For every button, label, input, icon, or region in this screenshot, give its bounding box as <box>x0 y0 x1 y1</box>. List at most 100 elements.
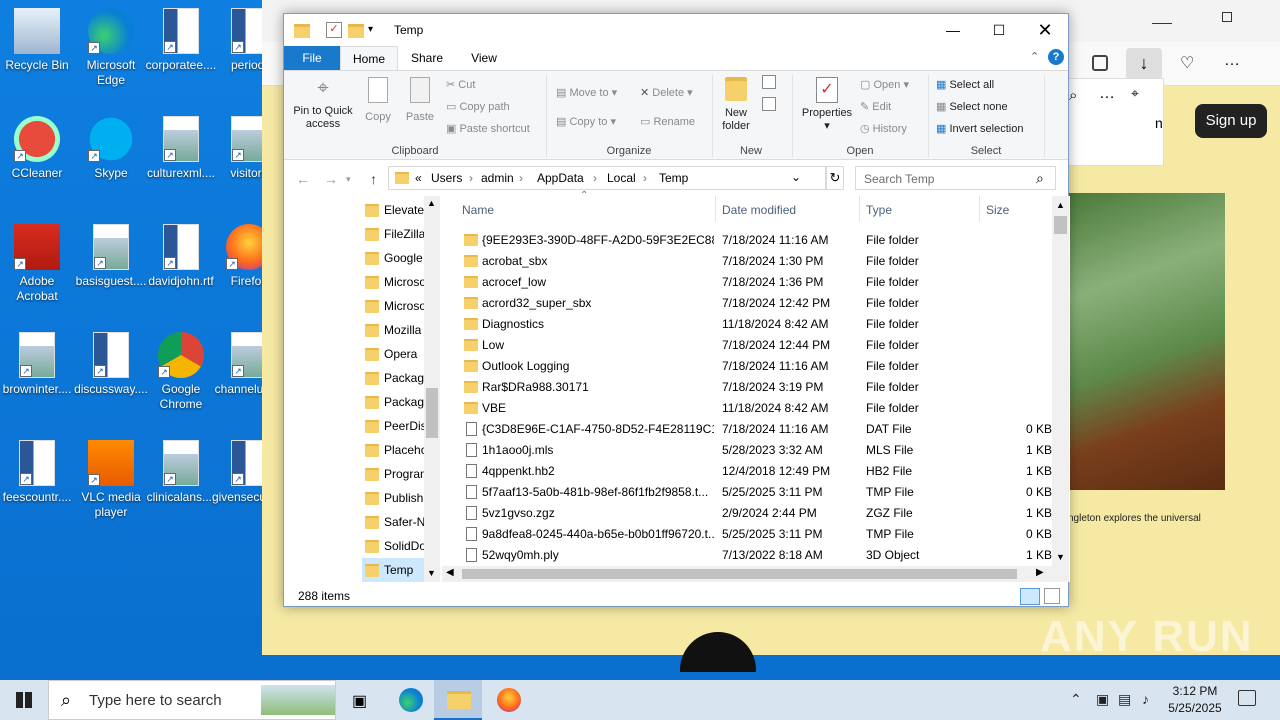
nav-item[interactable]: Publish <box>362 486 424 510</box>
file-row[interactable]: 52wqy0mh.ply 7/13/2022 8:18 AM 3D Object 1 … <box>442 545 1052 566</box>
pin-to-quick-access-button[interactable]: ⌖ Pin to Quick access <box>288 77 358 131</box>
maximize-icon[interactable] <box>1222 12 1232 22</box>
file-row[interactable]: Outlook Logging 7/18/2024 11:16 AM File fo… <box>442 356 1052 377</box>
edit-button[interactable]: ✎ Edit <box>860 97 891 117</box>
desktop-icon[interactable]: Recycle Bin <box>0 8 76 73</box>
file-row[interactable]: acrord32_super_sbx 7/18/2024 12:42 PM File… <box>442 293 1052 314</box>
new-item-icon[interactable] <box>762 75 776 89</box>
nav-item[interactable]: Packag <box>362 366 424 390</box>
file-explorer-taskbar-button[interactable] <box>434 680 482 720</box>
network-icon[interactable]: ▣ <box>1096 691 1109 708</box>
forward-arrow-icon[interactable]: → <box>324 171 338 187</box>
file-row[interactable]: 5vz1gvso.zgz 2/9/2024 2:44 PM ZGZ File 1 KB <box>442 503 1052 524</box>
desktop-icon[interactable]: ↗ browninter.... <box>0 332 76 397</box>
address-dropdown-icon[interactable]: ⌄ <box>791 170 801 184</box>
file-row[interactable]: 1h1aoo0j.mls 5/28/2023 3:32 AM MLS File 1 K… <box>442 440 1052 461</box>
properties-button[interactable]: ✓ Properties ▾ <box>796 77 858 133</box>
desktop-icon[interactable]: ↗ Adobe Acrobat <box>0 224 76 304</box>
nav-item[interactable]: Packag <box>362 390 424 414</box>
desktop-icon[interactable]: ↗ VLC media player <box>72 440 150 520</box>
start-button[interactable] <box>0 680 48 720</box>
file-row[interactable]: 5f7aaf13-5a0b-481b-98ef-86f1fb2f9858.t..… <box>442 482 1052 503</box>
nav-item[interactable]: Elevate <box>362 198 424 222</box>
move-to-button[interactable]: ▤ Move to ▾ <box>556 83 617 103</box>
nav-item[interactable]: Temp <box>362 558 424 582</box>
copy-path-button[interactable]: ▭ Copy path <box>446 97 510 117</box>
file-row[interactable]: {9EE293E3-390D-48FF-A2D0-59F3E2EC88... 7/… <box>442 230 1052 251</box>
maximize-button[interactable]: ☐ <box>976 14 1022 46</box>
scroll-up-arrow-icon[interactable]: ▲ <box>427 198 436 208</box>
tab-file[interactable]: File <box>284 46 340 70</box>
more-icon[interactable]: … <box>1099 85 1115 103</box>
sign-up-button[interactable]: Sign up <box>1195 104 1267 138</box>
desktop-icon[interactable]: ↗ davidjohn.rtf <box>142 224 220 289</box>
cut-button[interactable]: ✂ Cut <box>446 75 475 95</box>
nav-item[interactable]: Opera <box>362 342 424 366</box>
nav-item[interactable]: Mozilla <box>362 318 424 342</box>
nav-item[interactable]: Progran <box>362 462 424 486</box>
desktop-icon[interactable]: ↗ Microsoft Edge <box>72 8 150 88</box>
column-type[interactable]: Type <box>866 196 892 222</box>
rename-button[interactable]: ▭ Rename <box>640 112 695 132</box>
minimize-icon[interactable] <box>1152 12 1172 24</box>
select-all-button[interactable]: ▦ Select all <box>936 75 994 95</box>
desktop-icon[interactable]: ↗ feescountr.... <box>0 440 76 505</box>
details-view-icon[interactable] <box>1020 588 1040 605</box>
nav-item[interactable]: FileZilla <box>362 222 424 246</box>
copy-button[interactable]: Copy <box>358 77 398 124</box>
scroll-left-arrow-icon[interactable]: ◀ <box>446 567 454 578</box>
new-folder-quick-icon[interactable] <box>348 24 364 38</box>
scroll-up-arrow-icon[interactable]: ▲ <box>1056 200 1065 210</box>
breadcrumb-appdata[interactable]: AppData <box>537 171 584 185</box>
nav-item[interactable]: SolidDo <box>362 534 424 558</box>
browser-essentials-icon[interactable]: ♡ <box>1180 53 1194 73</box>
copy-to-button[interactable]: ▤ Copy to ▾ <box>556 112 616 132</box>
file-row[interactable]: {C3D8E96E-C1AF-4750-8D52-F4E28119C1... 7/… <box>442 419 1052 440</box>
close-button[interactable]: ✕ <box>1022 14 1068 46</box>
desktop-icon[interactable]: ↗ Skype <box>72 116 150 181</box>
column-name[interactable]: Name <box>462 196 494 222</box>
nav-item[interactable]: Microso <box>362 294 424 318</box>
search-box[interactable]: Search Temp ⌕ <box>855 166 1056 190</box>
edge-taskbar-button[interactable] <box>386 680 434 720</box>
clock[interactable]: 3:12 PM 5/25/2025 <box>1160 683 1230 717</box>
column-size[interactable]: Size <box>986 196 1009 222</box>
scroll-right-arrow-icon[interactable]: ▶ <box>1036 567 1044 578</box>
volume-icon[interactable]: ♪ <box>1142 691 1149 707</box>
more-options-icon[interactable]: … <box>1224 52 1241 70</box>
file-row[interactable]: VBE 11/18/2024 8:42 AM File folder <box>442 398 1052 419</box>
task-view-button[interactable]: ▣ <box>336 680 384 720</box>
file-row[interactable]: Diagnostics 11/18/2024 8:42 AM File folder <box>442 314 1052 335</box>
search-icon[interactable]: ⌕ <box>1069 87 1077 104</box>
downloads-icon[interactable]: ↓ <box>1126 48 1162 80</box>
minimize-button[interactable]: — <box>930 14 976 46</box>
large-icons-view-icon[interactable] <box>1044 588 1060 604</box>
nav-item[interactable]: Google <box>362 246 424 270</box>
up-arrow-icon[interactable]: ↑ <box>370 171 377 187</box>
invert-selection-button[interactable]: ▦ Invert selection <box>936 119 1023 139</box>
desktop-icon[interactable]: ↗ basisguest.... <box>72 224 150 289</box>
customize-quick-access-icon[interactable]: ▾ <box>368 24 384 40</box>
scroll-thumb[interactable] <box>1054 216 1067 234</box>
back-arrow-icon[interactable]: ← <box>296 171 310 187</box>
file-row[interactable]: acrocef_low 7/18/2024 1:36 PM File folder <box>442 272 1052 293</box>
tab-home[interactable]: Home <box>340 46 398 70</box>
refresh-icon[interactable]: ↻ <box>826 166 844 190</box>
breadcrumb-local[interactable]: Local <box>607 171 636 185</box>
easy-access-icon[interactable] <box>762 97 776 111</box>
desktop-icon[interactable]: ↗ corporatee.... <box>142 8 220 73</box>
pin-icon[interactable]: ⌖ <box>1131 85 1139 102</box>
address-bar[interactable]: « Users › admin › AppData › Local › Temp… <box>388 166 826 190</box>
desktop-icon[interactable]: ↗ CCleaner <box>0 116 76 181</box>
column-date-modified[interactable]: Date modified <box>722 196 796 222</box>
nav-item[interactable]: Safer-N <box>362 510 424 534</box>
taskbar-search-box[interactable]: ⌕ Type here to search <box>48 680 336 720</box>
nav-item[interactable]: PeerDis <box>362 414 424 438</box>
breadcrumb-overflow[interactable]: « <box>415 171 422 185</box>
navigation-scrollbar[interactable]: ▲ ▼ <box>424 196 440 582</box>
wifi-icon[interactable]: ▤ <box>1118 691 1131 708</box>
desktop-icon[interactable]: ↗ clinicalans.... <box>142 440 220 505</box>
history-button[interactable]: ◷ History <box>860 119 907 139</box>
horizontal-scrollbar[interactable]: ◀ ▶ <box>442 566 1052 582</box>
collections-icon[interactable] <box>1092 55 1108 71</box>
